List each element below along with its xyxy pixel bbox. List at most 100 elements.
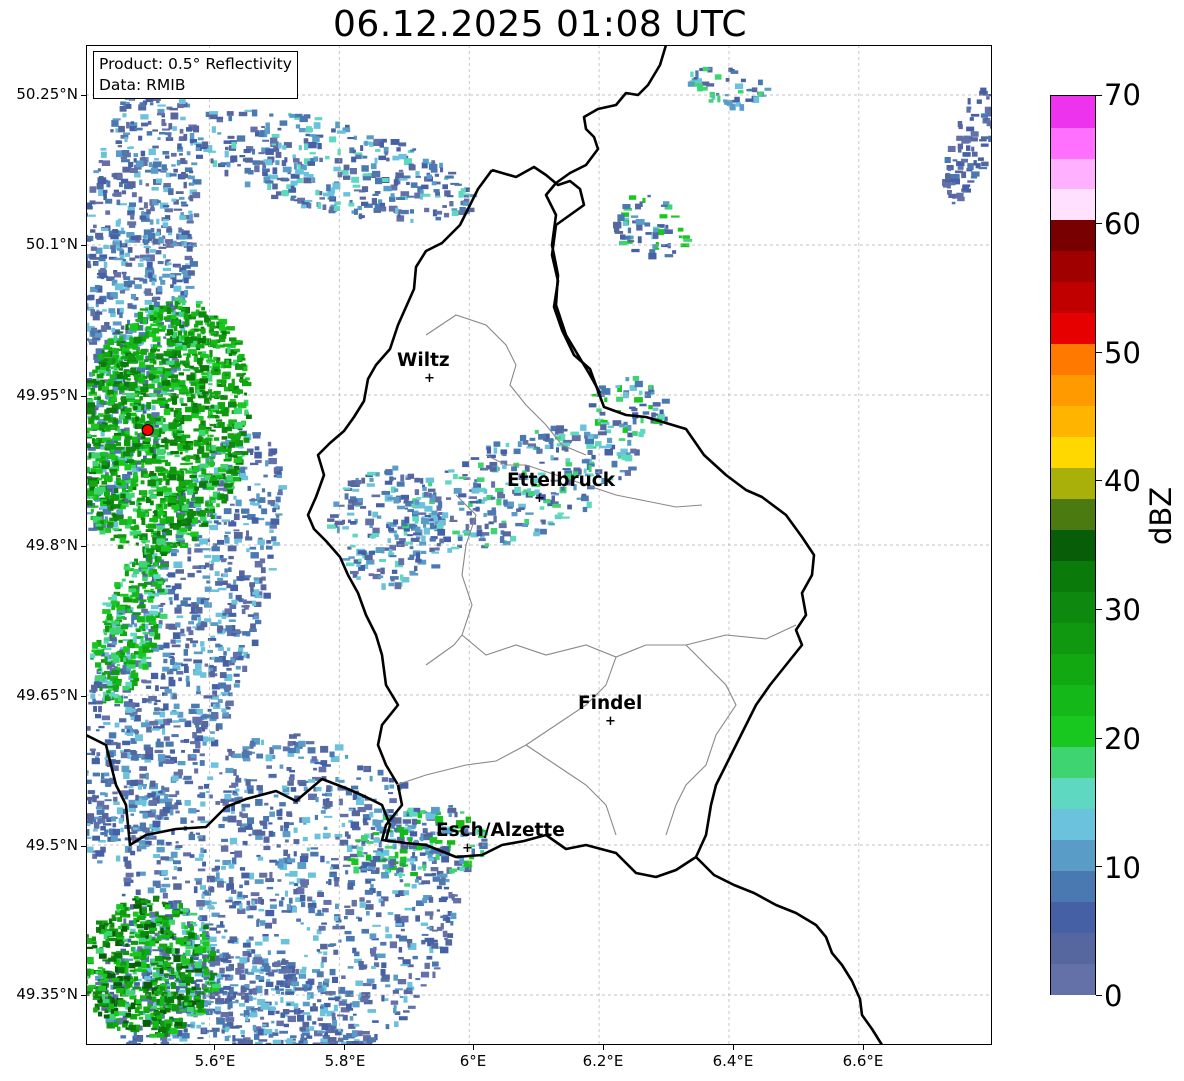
radar-echo-cell [138,196,143,203]
radar-echo-cell [221,558,227,563]
radar-echo-cell [145,169,152,173]
radar-echo-cell [221,866,226,870]
radar-echo-cell [173,325,178,331]
radar-echo-cell [142,257,151,261]
radar-echo-cell [159,313,164,321]
radar-echo-cell [227,545,237,552]
radar-map[interactable] [86,45,992,1045]
radar-echo-cell [235,665,241,670]
radar-echo-cell [152,161,162,168]
radar-echo-cell [119,106,127,112]
radar-echo-cell [351,785,359,790]
radar-echo-cell [142,317,148,325]
radar-echo-cell [228,896,233,900]
radar-echo-cell [221,380,226,386]
radar-echo-cell [142,415,146,423]
radar-echo-cell [162,892,168,899]
radar-echo-cell [261,488,266,493]
radar-echo-cell [245,536,253,541]
radar-echo-cell [200,647,206,652]
radar-echo-cell [182,368,191,371]
radar-echo-cell [100,644,107,649]
radar-echo-cell [392,989,399,994]
radar-echo-cell [196,685,201,692]
radar-echo-cell [104,622,112,626]
radar-echo-cell [87,264,92,269]
radar-echo-cell [317,987,325,993]
radar-echo-cell [302,837,308,842]
radar-echo-cell [328,997,337,1001]
radar-echo-cell [162,273,170,278]
radar-echo-cell [215,581,223,586]
radar-echo-cell [145,183,150,187]
radar-echo-cell [331,858,339,861]
radar-echo-cell [246,1012,250,1016]
radar-echo-cell [86,399,94,403]
radar-echo-cell [116,331,124,334]
radar-echo-cell [293,839,300,845]
radar-echo-cell [128,223,136,228]
radar-echo-cell [231,632,237,636]
radar-echo-cell [185,364,191,368]
radar-echo-cell [233,579,237,585]
radar-echo-cell [128,790,134,796]
radar-echo-cell [241,451,249,456]
radar-echo-cell [385,984,391,988]
radar-echo-cell [308,907,315,914]
radar-echo-cell [307,779,315,783]
radar-echo-cell [100,456,105,459]
radar-echo-cell [188,467,193,471]
radar-echo-cell [96,468,103,474]
radar-echo-cell [249,546,257,550]
radar-echo-cell [94,201,104,205]
radar-echo-cell [197,333,201,339]
radar-echo-cell [136,629,141,632]
radar-echo-cell [320,962,324,968]
radar-echo-cell [307,872,316,878]
radar-echo-cell [288,822,294,826]
radar-echo-cell [363,822,369,826]
radar-echo-cell [170,1043,179,1045]
radar-echo-cell [130,236,139,241]
radar-echo-cell [138,502,142,505]
radar-echo-cell [154,699,161,703]
radar-echo-cell [124,958,133,961]
radar-echo-cell [385,934,393,939]
radar-echo-cell [140,348,147,355]
radar-echo-cell [274,468,280,472]
radar-echo-cell [116,248,124,251]
radar-echo-cell [149,315,154,321]
radar-echo-cell [86,430,90,434]
radar-echo-cell [173,865,178,871]
radar-echo-cell [86,212,88,217]
radar-echo-cell [265,754,273,762]
radar-echo-cell [269,871,273,879]
radar-echo-cell [241,803,251,808]
radar-echo-cell [268,1033,274,1038]
radar-echo-cell [404,907,412,911]
radar-echo-cell [312,1021,317,1025]
radar-echo-cell [206,875,215,883]
radar-echo-cell [281,958,286,964]
radar-echo-cell [201,522,209,527]
radar-echo-cell [122,113,127,118]
radar-echo-cell [210,762,219,768]
radar-echo-cell [197,916,202,920]
radar-echo-cell [278,485,287,490]
radar-echo-cell [171,152,177,157]
radar-echo-cell [166,262,172,266]
radar-echo-cell [211,555,220,562]
radar-echo-cell [233,529,240,532]
radar-echo-cell [261,739,264,746]
radar-echo-cell [94,488,97,495]
radar-echo-cell [263,592,271,599]
radar-echo-cell [93,495,97,500]
radar-echo-cell [180,116,186,121]
radar-echo-cell [283,1023,289,1028]
radar-echo-cell [329,751,335,758]
radar-echo-cell [436,909,440,912]
radar-echo-cell [156,218,160,225]
radar-echo-cell [157,754,166,762]
radar-echo-cell [246,548,250,553]
radar-echo-cell [143,239,149,246]
